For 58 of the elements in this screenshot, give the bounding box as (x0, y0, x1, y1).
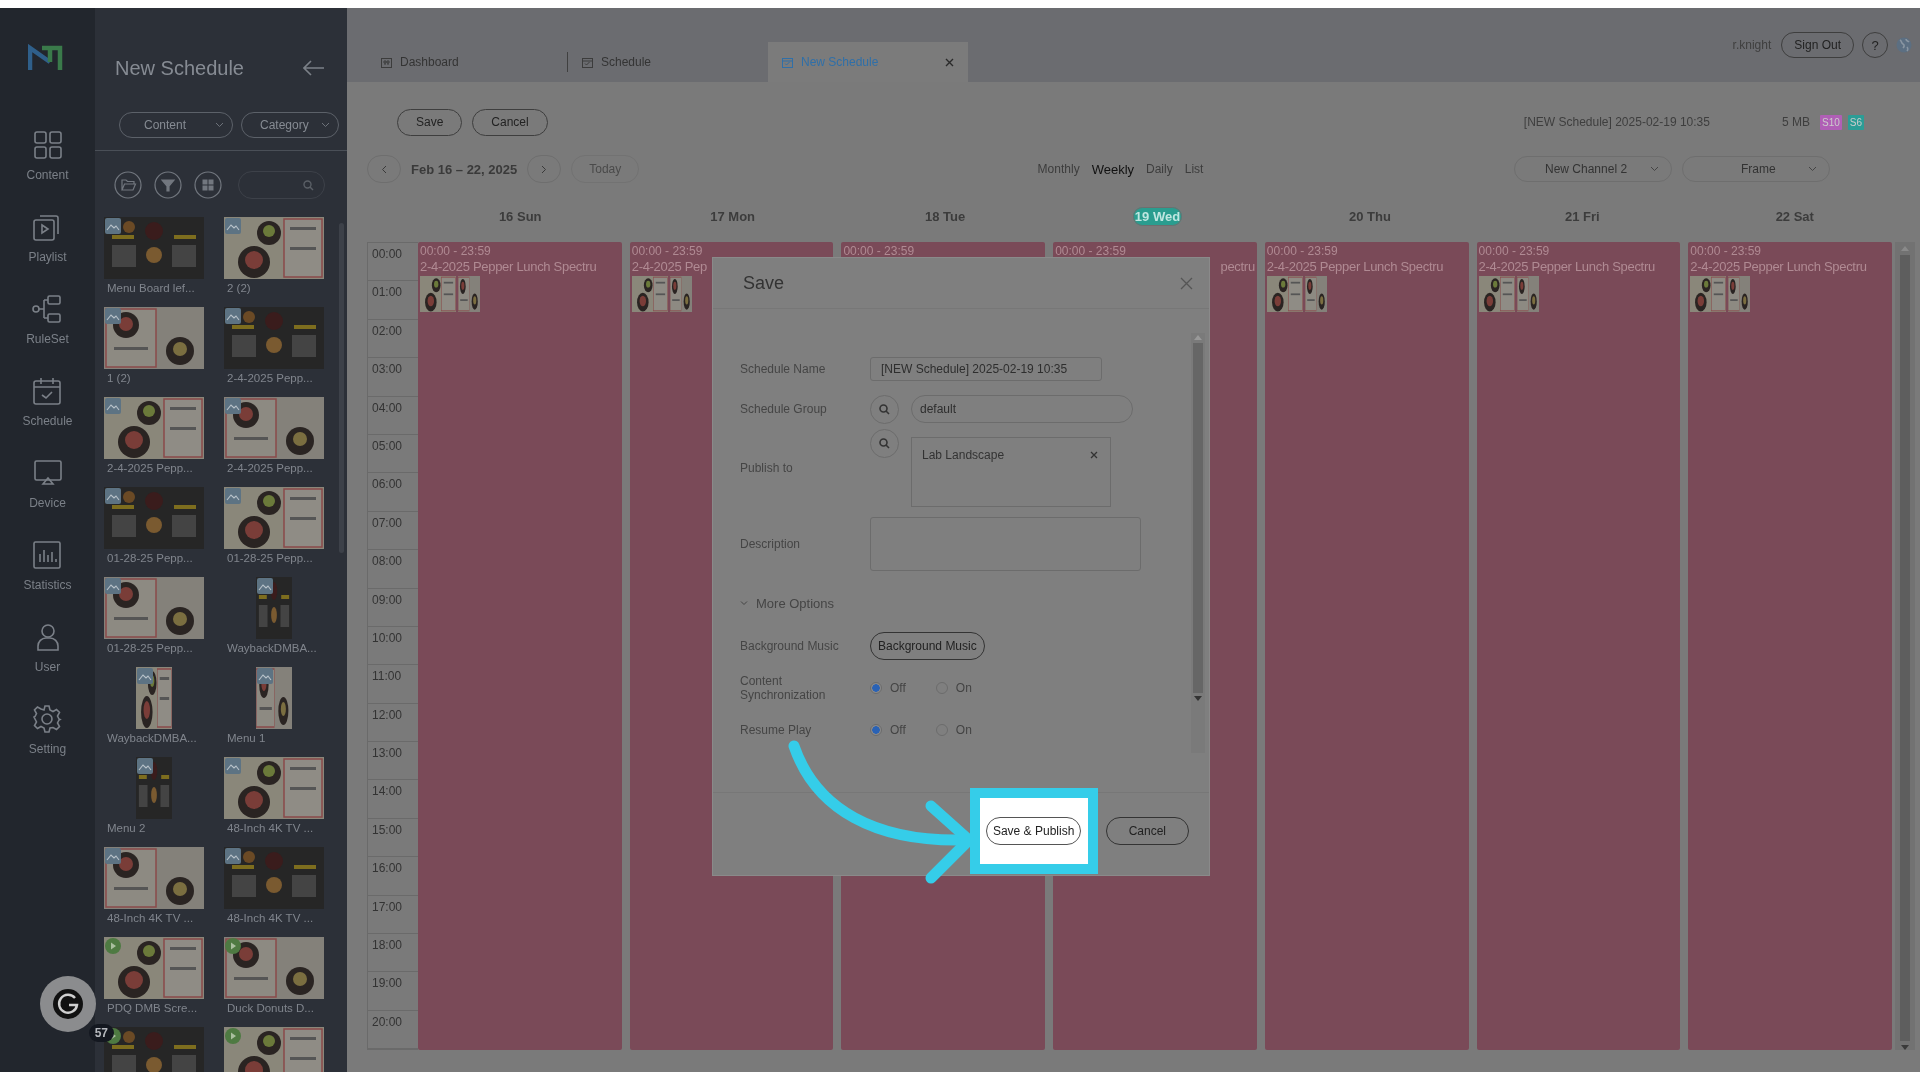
thumbnail-label: 2-4-2025 Pepp... (226, 372, 314, 384)
radio-label: On (955, 723, 972, 737)
option-label: Content Synchronization (740, 674, 827, 702)
event-time: 00:00 - 23:59 (1478, 244, 1551, 258)
thumbnail-label: 01-28-25 Pepp... (226, 552, 314, 564)
option-label: Background Music (740, 639, 840, 653)
thumbnail-label: Menu Board lef... (106, 282, 196, 294)
thumbnail-label: 01-28-25 Pepp... (106, 642, 194, 654)
thumbnail-label: 2-4-2025 Pepp... (106, 462, 194, 474)
day-header: 22 Sat (1774, 208, 1815, 225)
thumbnail-label: Duck Donuts D... (226, 1002, 315, 1014)
event-time: 00:00 - 23:59 (1690, 244, 1762, 258)
thumbnail-label: Menu 2 (106, 822, 147, 834)
schedule-title: [NEW Schedule] 2025-02-19 10:35 (1523, 115, 1710, 129)
event-title: 2-4-2025 Pepper Lunch Spectru (1690, 259, 1868, 274)
dialog-title: Save (743, 272, 785, 294)
day-header: 21 Fri (1564, 208, 1601, 225)
event-time: 00:00 - 23:59 (631, 244, 704, 258)
day-header: 16 Sun (497, 208, 543, 225)
field-label: Schedule Name (740, 362, 827, 376)
panel-title: New Schedule (115, 56, 244, 80)
event-title: pectru (1220, 259, 1255, 274)
thumbnail-label: 2-4-2025 Pepp... (226, 462, 314, 474)
radio-label: Off (890, 681, 906, 695)
thumbnail-label: PDQ DMB Scre... (106, 1002, 199, 1014)
event-time: 00:00 - 23:59 (1055, 244, 1127, 258)
day-header: 19 Wed (1132, 207, 1183, 226)
date-range: Feb 16 – 22, 2025 (411, 161, 518, 177)
thumbnail-label: 48-Inch 4K TV ... (106, 912, 195, 924)
storage-size: 5 MB (1781, 115, 1810, 129)
storage-tag: S10 (1819, 114, 1842, 130)
day-header: 20 Thu (1347, 208, 1392, 225)
field-label: Description (740, 537, 802, 551)
event-title: 2-4-2025 Pep (631, 259, 708, 274)
thumbnail-label: 2 (2) (226, 282, 252, 294)
event-time: 00:00 - 23:59 (420, 244, 492, 258)
thumbnail-label: 48-Inch 4K TV ... (226, 912, 315, 924)
thumbnail-label: 01-28-25 Pepp... (106, 552, 194, 564)
event-time: 00:00 - 23:59 (1266, 244, 1339, 258)
event-time: 00:00 - 23:59 (843, 244, 916, 258)
thumbnail-label: WaybackDMBA... (226, 642, 318, 654)
notification-count: 57 (88, 1024, 114, 1042)
field-label: Publish to (740, 461, 794, 475)
thumbnail-label: Menu 1 (226, 732, 267, 744)
radio-label: On (955, 681, 972, 695)
event-title: 2-4-2025 Pepper Lunch Spectru (420, 259, 598, 274)
event-title: 2-4-2025 Pepper Lunch Spectru (1478, 259, 1656, 274)
day-header: 17 Mon (709, 208, 757, 225)
thumbnail-label: 1 (2) (106, 372, 132, 384)
thumbnail-label: 48-Inch 4K TV ... (226, 822, 315, 834)
storage-tag: S6 (1847, 114, 1864, 130)
radio-label: Off (890, 723, 906, 737)
thumbnail-label: WaybackDMBA... (106, 732, 198, 744)
target-name: Lab Landscape (922, 448, 1005, 462)
day-header: 18 Tue (923, 208, 967, 225)
option-label: Resume Play (740, 723, 813, 737)
field-label: Schedule Group (740, 402, 828, 416)
event-title: 2-4-2025 Pepper Lunch Spectru (1266, 259, 1445, 274)
